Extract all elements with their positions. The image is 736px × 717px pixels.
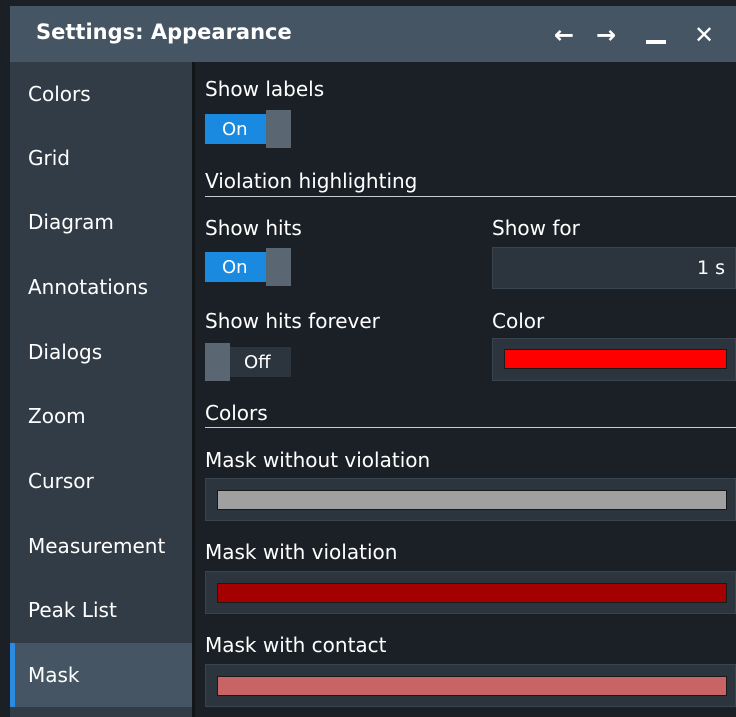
show-hits-forever-label: Show hits forever xyxy=(205,309,380,333)
sidebar-item-dialogs[interactable]: Dialogs xyxy=(10,320,192,384)
dialog-title: Settings: Appearance xyxy=(36,20,292,44)
show-for-label: Show for xyxy=(492,216,580,240)
toggle-state: On xyxy=(205,252,266,282)
color-swatch xyxy=(217,583,727,603)
toggle-state: Off xyxy=(230,347,291,377)
show-hits-toggle[interactable]: On xyxy=(205,248,291,286)
show-labels-label: Show labels xyxy=(205,77,325,101)
color-swatch xyxy=(504,349,727,369)
mask-with-contact-color-picker[interactable] xyxy=(205,664,736,707)
highlight-color-picker[interactable] xyxy=(492,338,736,381)
sidebar-item-zoom[interactable]: Zoom xyxy=(10,384,192,448)
sidebar: Colors Grid Diagram Annotations Dialogs … xyxy=(10,62,192,717)
color-swatch xyxy=(217,490,727,510)
mask-with-violation-color-picker[interactable] xyxy=(205,571,736,614)
show-for-input[interactable]: 1 s xyxy=(492,247,736,289)
sidebar-item-colors[interactable]: Colors xyxy=(10,62,192,126)
sidebar-item-grid[interactable]: Grid xyxy=(10,126,192,190)
close-icon[interactable]: ✕ xyxy=(686,16,722,54)
minimize-icon[interactable] xyxy=(638,16,674,54)
toggle-knob xyxy=(266,110,291,148)
title-bar: Settings: Appearance ← → ✕ xyxy=(10,6,736,62)
toggle-state: On xyxy=(205,114,266,144)
mask-with-violation-label: Mask with violation xyxy=(205,540,398,564)
sidebar-item-cursor[interactable]: Cursor xyxy=(10,449,192,513)
settings-panel: Show labels On Violation highlighting Sh… xyxy=(195,62,736,717)
color-label: Color xyxy=(492,309,545,333)
toggle-knob xyxy=(266,248,291,286)
mask-without-violation-label: Mask without violation xyxy=(205,448,431,472)
show-hits-label: Show hits xyxy=(205,216,302,240)
mask-with-contact-label: Mask with contact xyxy=(205,633,387,657)
violation-highlighting-heading: Violation highlighting xyxy=(205,169,418,193)
section-divider xyxy=(205,196,736,197)
sidebar-item-diagram[interactable]: Diagram xyxy=(10,190,192,254)
sidebar-item-peak-list[interactable]: Peak List xyxy=(10,578,192,642)
back-arrow-icon[interactable]: ← xyxy=(546,16,582,54)
show-labels-toggle[interactable]: On xyxy=(205,110,291,148)
section-divider xyxy=(205,427,736,428)
show-hits-forever-toggle[interactable]: Off xyxy=(205,343,291,381)
toggle-knob xyxy=(205,343,230,381)
colors-heading: Colors xyxy=(205,401,268,425)
sidebar-item-mask[interactable]: Mask xyxy=(10,643,192,707)
settings-dialog: Settings: Appearance ← → ✕ Colors Grid D… xyxy=(0,0,736,717)
color-swatch xyxy=(217,676,727,696)
forward-arrow-icon[interactable]: → xyxy=(588,16,624,54)
mask-without-violation-color-picker[interactable] xyxy=(205,478,736,521)
sidebar-item-measurement[interactable]: Measurement xyxy=(10,514,192,578)
sidebar-item-annotations[interactable]: Annotations xyxy=(10,255,192,319)
